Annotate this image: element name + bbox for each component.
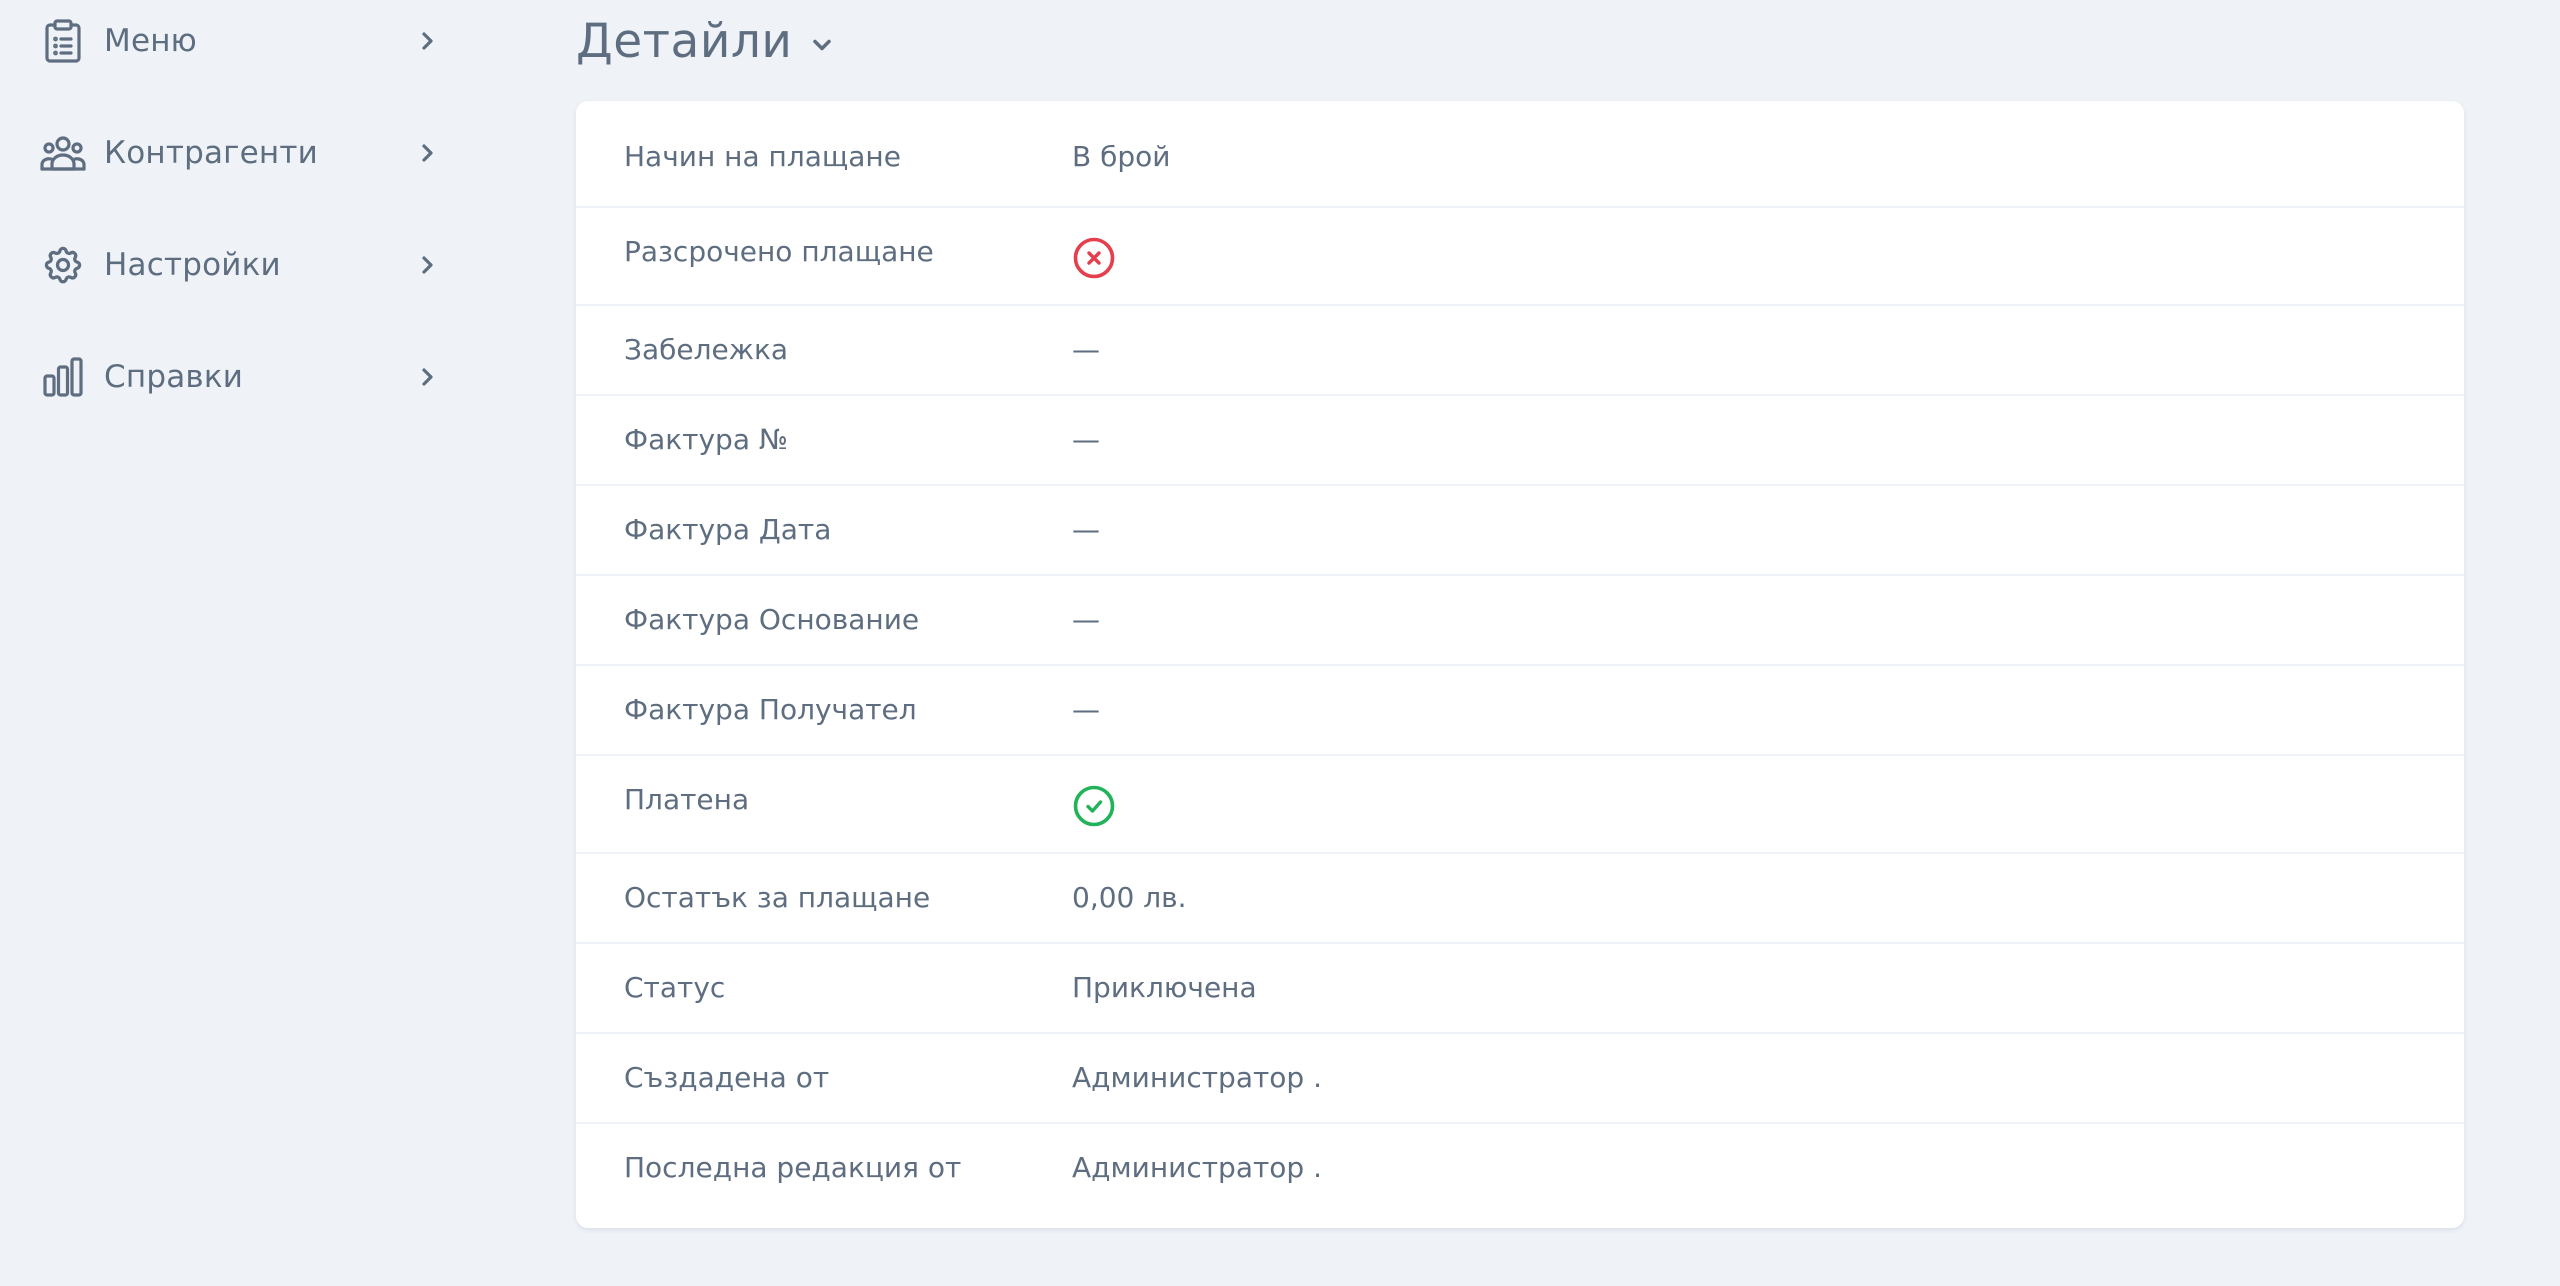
detail-label: Последна редакция от	[624, 1151, 962, 1184]
chevron-right-icon	[422, 144, 433, 162]
sidebar-item-label: Справки	[104, 359, 244, 395]
detail-value: Администратор .	[1072, 1151, 1322, 1184]
detail-label: Създадена от	[624, 1061, 830, 1094]
sidebar-item-reports[interactable]: Справки	[40, 347, 450, 407]
detail-row: Фактура Получател —	[576, 666, 2464, 756]
chevron-right-icon	[422, 256, 433, 274]
detail-row: Фактура № —	[576, 396, 2464, 486]
detail-value: В брой	[1072, 140, 1171, 173]
detail-label: Фактура Получател	[624, 693, 917, 726]
chevron-right-icon	[422, 32, 433, 50]
x-circle-icon	[1073, 237, 1115, 279]
detail-value: —	[1072, 603, 1100, 636]
sidebar-item-contragents[interactable]: Контрагенти	[40, 123, 450, 183]
chevron-down-icon	[813, 39, 832, 50]
detail-row: Остатък за плащане 0,00 лв.	[576, 854, 2464, 944]
detail-label: Фактура Основание	[624, 603, 920, 636]
detail-label: Забележка	[624, 333, 789, 366]
sidebar-item-menu[interactable]: Меню	[40, 11, 450, 71]
detail-row: Забележка —	[576, 306, 2464, 396]
sidebar-item-settings[interactable]: Настройки	[40, 235, 450, 295]
detail-label: Разсрочено плащане	[624, 235, 934, 268]
details-section-toggle[interactable]: Детайли	[576, 14, 836, 69]
sidebar-item-label: Контрагенти	[104, 135, 319, 171]
detail-row: Фактура Основание —	[576, 576, 2464, 666]
bar-chart-icon	[40, 354, 86, 400]
detail-row: Създадена от Администратор .	[576, 1034, 2464, 1124]
detail-value: —	[1072, 693, 1100, 726]
gear-icon	[40, 242, 86, 288]
sidebar-item-label: Настройки	[104, 247, 281, 283]
detail-label: Остатък за плащане	[624, 881, 931, 914]
detail-value: —	[1072, 333, 1100, 366]
detail-value: —	[1072, 423, 1100, 456]
detail-value: 0,00 лв.	[1072, 881, 1187, 914]
detail-value: Администратор .	[1072, 1061, 1322, 1094]
detail-row: Начин на плащане В брой	[576, 101, 2464, 208]
detail-row: Разсрочено плащане	[576, 208, 2464, 306]
clipboard-list-icon	[40, 18, 86, 64]
page-title: Детайли	[576, 14, 793, 69]
detail-label: Фактура №	[624, 423, 789, 456]
detail-value: Приключена	[1072, 971, 1257, 1004]
detail-row: Платена	[576, 756, 2464, 854]
sidebar-item-label: Меню	[104, 23, 197, 59]
detail-row: Последна редакция от Администратор .	[576, 1124, 2464, 1228]
detail-label: Платена	[624, 783, 750, 816]
check-circle-icon	[1073, 785, 1115, 827]
detail-row: Фактура Дата —	[576, 486, 2464, 576]
detail-label: Фактура Дата	[624, 513, 832, 546]
chevron-right-icon	[422, 368, 433, 386]
detail-row: Статус Приключена	[576, 944, 2464, 1034]
detail-value: —	[1072, 513, 1100, 546]
details-card: Начин на плащане В брой Разсрочено плаща…	[576, 101, 2464, 1228]
users-icon	[40, 130, 86, 176]
detail-label: Начин на плащане	[624, 140, 901, 173]
detail-label: Статус	[624, 971, 726, 1004]
